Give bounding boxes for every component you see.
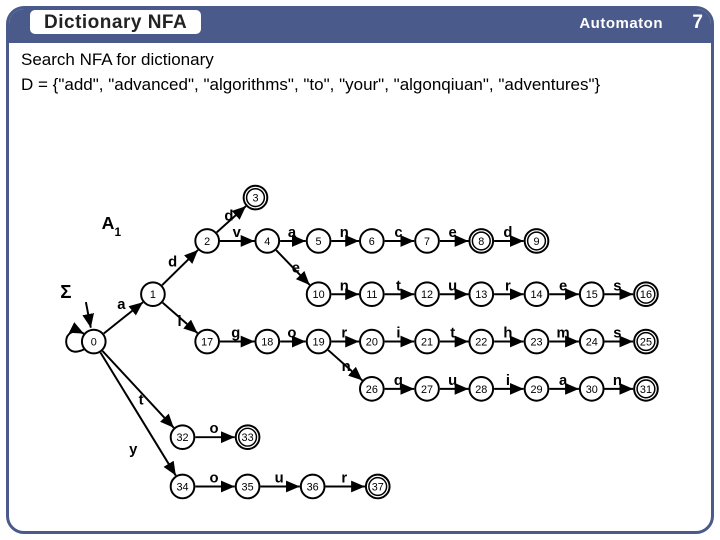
edge-label: s: [613, 278, 621, 294]
state-label: 30: [586, 384, 598, 396]
state-label: 37: [372, 481, 384, 493]
edge-label: a: [117, 297, 126, 313]
state-label: 33: [242, 432, 254, 444]
edge-label: a: [288, 225, 297, 241]
state-label: 8: [478, 236, 484, 248]
edge-label: h: [503, 326, 512, 342]
edge-label: d: [503, 225, 512, 241]
state-label: 19: [313, 336, 325, 348]
edge-label: i: [506, 373, 510, 389]
start-arrow: [86, 302, 91, 328]
edge-label: o: [210, 471, 219, 487]
edge-label: r: [341, 471, 347, 487]
state-label: 18: [261, 336, 273, 348]
state-label: 25: [640, 336, 652, 348]
edge: [100, 352, 175, 475]
edge: [102, 351, 173, 428]
state-label: 29: [530, 384, 542, 396]
state-label: 32: [176, 432, 188, 444]
state-label: 13: [475, 289, 487, 301]
edge-label: o: [210, 421, 219, 437]
edge-label: o: [287, 326, 296, 342]
nfa-diagram: addvaencedntureslgornithmsquiantoyour012…: [21, 97, 699, 521]
state-label: 2: [204, 236, 210, 248]
state-label: 5: [316, 236, 322, 248]
edge-label: n: [613, 373, 622, 389]
edge-label: e: [292, 261, 300, 277]
edge-label: a: [559, 373, 568, 389]
edge-label: u: [275, 471, 284, 487]
edge-label: t: [450, 326, 455, 342]
edge-label: t: [396, 278, 401, 294]
state-label: 34: [176, 481, 188, 493]
page-number: 7: [692, 12, 703, 34]
edge-label: v: [233, 225, 242, 241]
state-label: 14: [530, 289, 542, 301]
state-label: 36: [307, 481, 319, 493]
edge-label: u: [448, 373, 457, 389]
state-label: 28: [475, 384, 487, 396]
state-label: 24: [586, 336, 598, 348]
description-line-2: D = {"add", "advanced", "algorithms", "t…: [21, 74, 699, 95]
state-label: 27: [421, 384, 433, 396]
edge-label: e: [449, 225, 457, 241]
edge-label: n: [342, 359, 351, 375]
edge-label: n: [340, 278, 349, 294]
state-label: 15: [586, 289, 598, 301]
state-label: 0: [91, 336, 97, 348]
header-title: Dictionary NFA: [44, 12, 187, 33]
state-label: 20: [366, 336, 378, 348]
state-label: 3: [252, 193, 258, 205]
sigma-label: Σ: [60, 281, 71, 302]
state-label: 12: [421, 289, 433, 301]
state-label: 11: [366, 289, 377, 301]
state-label: 26: [366, 384, 378, 396]
state-label: 4: [264, 236, 270, 248]
state-label: 31: [640, 384, 652, 396]
state-label: 7: [424, 236, 430, 248]
edge-label: l: [177, 314, 181, 330]
header-title-tab: Dictionary NFA: [27, 7, 204, 37]
state-label: 16: [640, 289, 652, 301]
header-right-label: Automaton: [579, 15, 663, 32]
automaton-label: A1: [102, 213, 122, 239]
state-label: 23: [530, 336, 542, 348]
edge-label: d: [224, 208, 233, 224]
state-label: 35: [242, 481, 254, 493]
edge-label: c: [394, 225, 402, 241]
state-label: 9: [533, 236, 539, 248]
edge-label: e: [559, 278, 567, 294]
state-label: 1: [150, 289, 156, 301]
edge-label: u: [448, 278, 457, 294]
edge-label: q: [394, 373, 403, 389]
edge-label: t: [139, 393, 144, 409]
edge-label: i: [396, 326, 400, 342]
edge-label: n: [340, 225, 349, 241]
edge-label: s: [613, 326, 621, 342]
slide-frame: Dictionary NFA Automaton 7 Search NFA fo…: [6, 6, 714, 534]
edge-label: m: [557, 326, 570, 342]
edge-label: r: [505, 278, 511, 294]
header-bar: Dictionary NFA Automaton 7: [9, 9, 711, 43]
edge-label: g: [231, 326, 240, 342]
state-label: 6: [369, 236, 375, 248]
state-label: 17: [201, 336, 213, 348]
edge-label: y: [129, 442, 138, 458]
content-area: Search NFA for dictionary D = {"add", "a…: [21, 49, 699, 521]
state-label: 21: [421, 336, 433, 348]
edge-label: r: [341, 326, 347, 342]
state-label: 22: [475, 336, 487, 348]
state-label: 10: [313, 289, 325, 301]
edge-label: d: [168, 255, 177, 271]
description-line-1: Search NFA for dictionary: [21, 49, 699, 70]
